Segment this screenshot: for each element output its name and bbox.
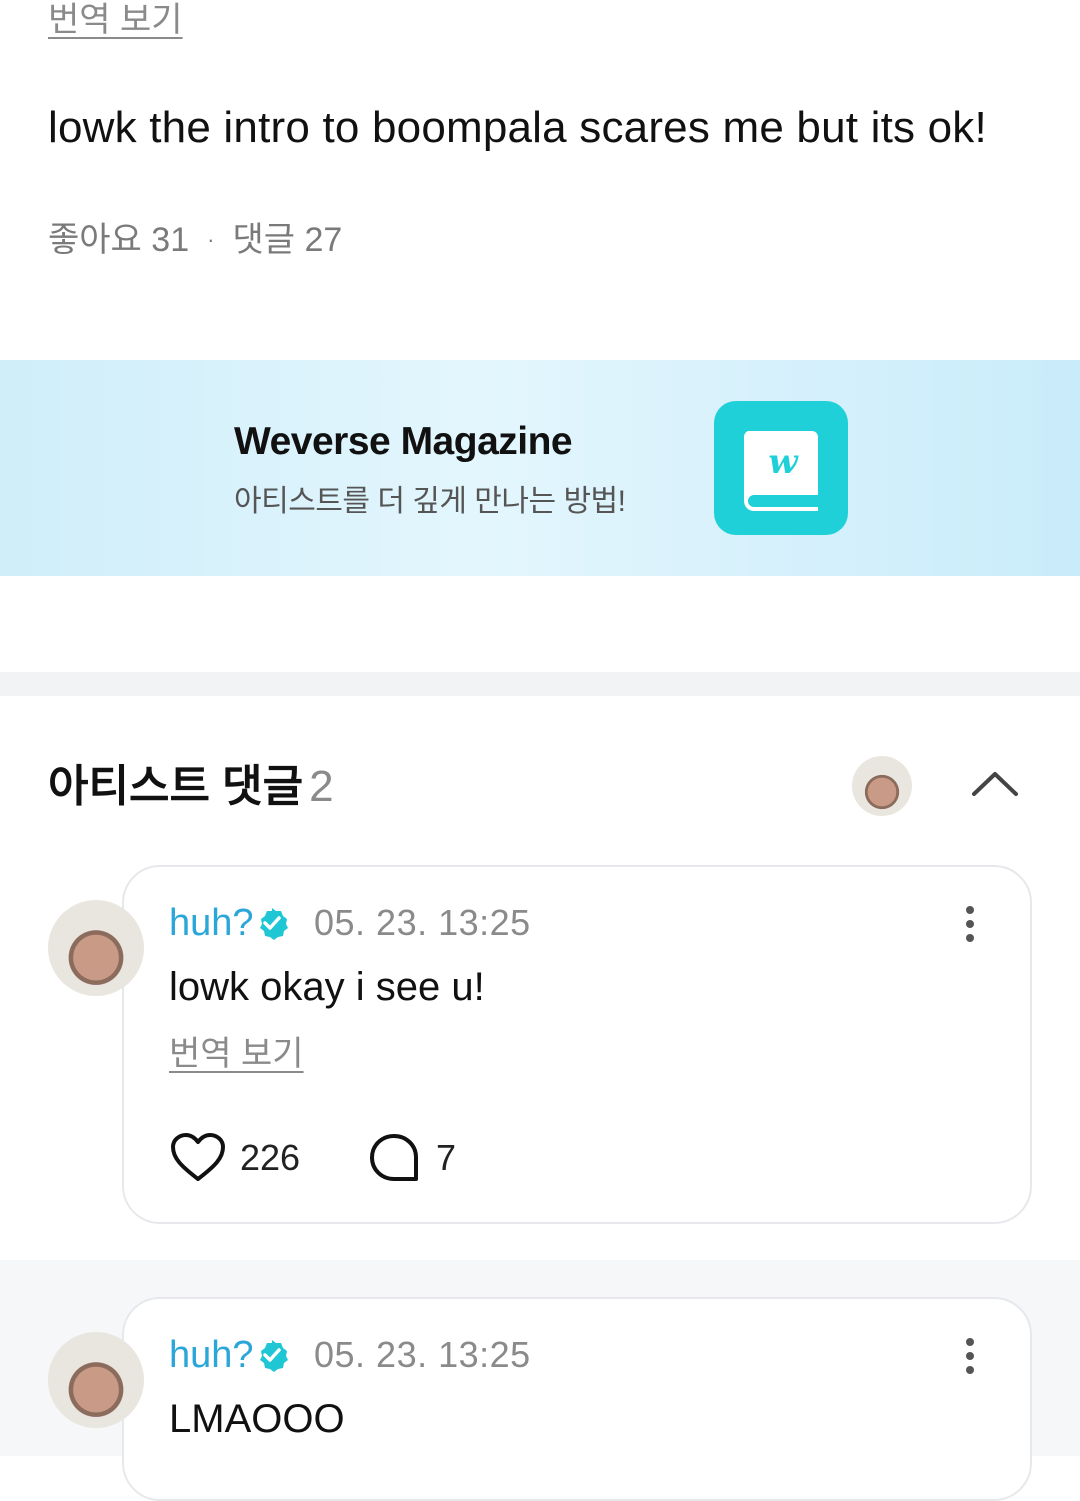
comment-text: lowk okay i see u! (169, 965, 485, 1009)
reply-bubble-icon[interactable] (368, 1132, 420, 1184)
comment-timestamp: 05. 23. 13:25 (314, 1334, 531, 1375)
banner-subtitle: 아티스트를 더 깊게 만나는 방법! (234, 485, 626, 518)
magazine-logo-icon: w (714, 401, 848, 535)
like-count: 226 (240, 1137, 301, 1178)
chevron-up-icon[interactable] (968, 762, 1022, 806)
weverse-magazine-banner[interactable] (0, 360, 1080, 576)
artist-comments-title: 아티스트 댓글 2 (48, 760, 334, 814)
verified-badge-icon (255, 906, 289, 940)
more-options-icon[interactable] (960, 902, 980, 946)
reply-count: 7 (436, 1137, 457, 1178)
comments-count[interactable]: 댓글 27 (232, 218, 342, 262)
more-options-icon[interactable] (960, 1334, 980, 1378)
post-meta: 좋아요 31 · 댓글 27 (48, 218, 342, 262)
artist-avatar[interactable] (852, 756, 912, 816)
section-divider (0, 672, 1080, 696)
comment-username[interactable]: huh? (169, 900, 254, 946)
verified-badge-icon (255, 1338, 289, 1372)
meta-separator: · (207, 227, 215, 252)
post-body: lowk the intro to boompala scares me but… (48, 103, 987, 152)
banner-title: Weverse Magazine (234, 420, 573, 463)
likes-count[interactable]: 좋아요 31 (48, 218, 189, 262)
comment-avatar[interactable] (48, 900, 144, 996)
translate-link[interactable]: 번역 보기 (48, 0, 183, 40)
comment-avatar[interactable] (48, 1332, 144, 1428)
comment-username[interactable]: huh? (169, 1332, 254, 1378)
translate-link[interactable]: 번역 보기 (169, 1034, 304, 1074)
artist-comments-count: 2 (309, 762, 334, 811)
magazine-logo-letter: w (768, 442, 799, 482)
artist-comments-label: 아티스트 댓글 (48, 762, 304, 811)
heart-icon[interactable] (169, 1132, 227, 1184)
comment-timestamp: 05. 23. 13:25 (314, 902, 531, 943)
comment-text: LMAOOO (169, 1397, 345, 1441)
